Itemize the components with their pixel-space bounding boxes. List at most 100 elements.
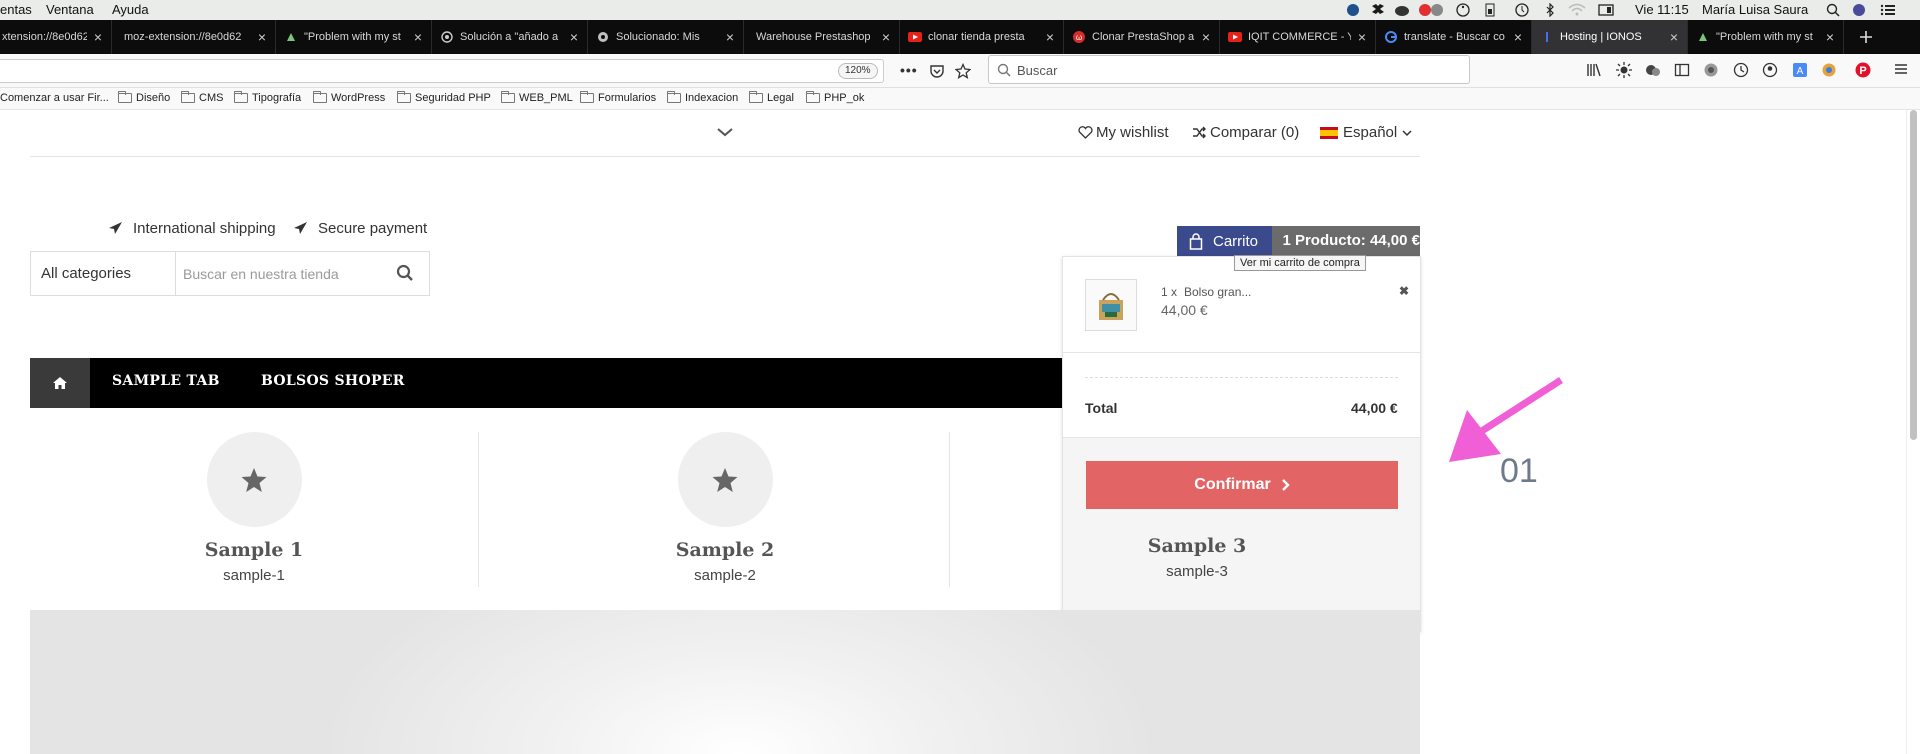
feature-payment-label: Secure payment	[318, 220, 428, 237]
pocket-icon[interactable]	[929, 63, 945, 79]
bookmark-item[interactable]: Comenzar a usar Fir...	[0, 92, 109, 104]
bookmark-folder[interactable]: Legal	[749, 91, 794, 104]
product-thumbnail[interactable]	[1085, 279, 1137, 331]
browser-tab[interactable]: moz-extension://8e0d62 ×	[112, 20, 276, 54]
close-icon[interactable]: ×	[1823, 29, 1837, 45]
notification-center-icon[interactable]	[1880, 3, 1896, 17]
sample-block[interactable]: Sample 2 sample-2	[490, 432, 960, 584]
menu-item-archivo[interactable]: entas	[0, 2, 32, 17]
close-icon[interactable]: ×	[567, 29, 581, 45]
bookmark-folder[interactable]: WordPress	[313, 91, 385, 104]
extension-sun-icon[interactable]	[1616, 62, 1632, 78]
store-search-bar: All categories Buscar en nuestra tienda	[30, 251, 430, 296]
youtube-icon	[1228, 30, 1242, 44]
bookmark-star-icon[interactable]	[955, 63, 971, 79]
home-button[interactable]	[30, 358, 90, 408]
battery-monitor-icon[interactable]	[1484, 3, 1496, 17]
cart-item-name[interactable]: Bolso gran...	[1184, 285, 1251, 299]
category-select[interactable]: All categories	[31, 252, 176, 295]
browser-tab[interactable]: "Problem with my st ×	[1688, 20, 1844, 54]
browser-tab[interactable]: Warehouse Prestashop ×	[744, 20, 900, 54]
history-clock-icon[interactable]	[1733, 62, 1749, 78]
bookmark-folder[interactable]: Diseño	[118, 91, 170, 104]
dropbox-icon[interactable]	[1370, 3, 1386, 17]
sample-block[interactable]: Sample 1 sample-1	[19, 432, 489, 584]
page-actions-icon[interactable]: •••	[900, 62, 918, 78]
close-icon[interactable]: ×	[255, 29, 269, 45]
accessibility-icon[interactable]	[1456, 3, 1470, 17]
bookmark-folder[interactable]: CMS	[181, 91, 223, 104]
clock[interactable]: Vie 11:15	[1635, 2, 1689, 17]
browser-tab[interactable]: Solucionado: Mis ×	[588, 20, 744, 54]
close-icon[interactable]: ×	[1043, 29, 1057, 45]
browser-tab[interactable]: translate - Buscar co ×	[1376, 20, 1532, 54]
time-machine-icon[interactable]	[1514, 3, 1530, 17]
siri-icon[interactable]	[1852, 3, 1866, 17]
zoom-level[interactable]: 120%	[838, 63, 878, 79]
page-scrollbar[interactable]	[1906, 110, 1920, 754]
menu-item-ayuda[interactable]: Ayuda	[112, 2, 149, 17]
browser-tab[interactable]: IQIT COMMERCE - Y ×	[1220, 20, 1376, 54]
bookmark-folder[interactable]: Indexacion	[667, 91, 738, 104]
sample-block[interactable]: Sample 3 sample-3	[962, 535, 1432, 580]
sidebar-icon[interactable]	[1674, 62, 1690, 78]
close-icon[interactable]: ×	[91, 29, 105, 45]
cart-button[interactable]: Carrito 1 Producto: 44,00 €	[1177, 226, 1420, 256]
star-icon	[711, 466, 739, 494]
browser-tab[interactable]: clonar tienda presta ×	[900, 20, 1064, 54]
browser-search-input[interactable]: Buscar	[988, 55, 1470, 84]
bookmark-folder[interactable]: Seguridad PHP	[397, 91, 491, 104]
evernote-icon[interactable]	[1345, 3, 1361, 17]
confirm-button[interactable]: Confirmar	[1086, 461, 1398, 509]
spotlight-icon[interactable]	[1826, 3, 1840, 17]
compare-link[interactable]: Comparar (0)	[1192, 124, 1299, 141]
hamburger-menu-icon[interactable]	[1894, 62, 1908, 76]
extension-cookies-icon[interactable]	[1645, 62, 1661, 78]
creative-cloud-icon[interactable]	[1394, 3, 1410, 17]
hero-banner[interactable]	[30, 610, 1420, 754]
remove-item-icon[interactable]: ✖	[1399, 284, 1409, 298]
account-icon[interactable]	[1762, 62, 1778, 78]
pinterest-icon[interactable]: P	[1855, 62, 1871, 78]
menu-item-ventana[interactable]: Ventana	[46, 2, 94, 17]
search-icon[interactable]	[396, 264, 414, 282]
divider	[478, 432, 479, 587]
feature-shipping: International shipping	[108, 220, 276, 237]
bookmark-folder[interactable]: Tipografía	[234, 91, 301, 104]
translate-icon[interactable]: A	[1792, 62, 1808, 78]
close-icon[interactable]: ×	[723, 29, 737, 45]
display-icon[interactable]	[1598, 3, 1614, 17]
browser-tab[interactable]: "Problem with my st ×	[276, 20, 432, 54]
browser-tab[interactable]: xtension://8e0d62 ×	[0, 20, 112, 54]
close-icon[interactable]: ×	[1199, 29, 1213, 45]
close-icon[interactable]: ×	[1355, 29, 1369, 45]
store-search-input[interactable]: Buscar en nuestra tienda	[183, 266, 339, 282]
user-name[interactable]: María Luisa Saura	[1702, 2, 1808, 17]
bookmark-folder[interactable]: WEB_PML	[501, 91, 573, 104]
close-icon[interactable]: ×	[1511, 29, 1525, 45]
bluetooth-icon[interactable]	[1545, 3, 1555, 17]
sample-subtitle: sample-2	[694, 567, 756, 584]
extension-globe-icon[interactable]	[1703, 62, 1719, 78]
status-dot-icon[interactable]	[1430, 3, 1444, 17]
wishlist-link[interactable]: My wishlist	[1078, 124, 1169, 141]
close-icon[interactable]: ×	[1667, 29, 1681, 45]
color-picker-icon[interactable]	[1821, 62, 1837, 78]
wifi-icon[interactable]	[1568, 3, 1586, 17]
scrollbar-thumb[interactable]	[1910, 110, 1917, 440]
close-icon[interactable]: ×	[879, 29, 893, 45]
browser-tab[interactable]: Solución a "añado a ×	[432, 20, 588, 54]
browser-tab[interactable]: ω Clonar PrestaShop a ×	[1064, 20, 1220, 54]
bookmark-folder[interactable]: PHP_ok	[806, 91, 864, 104]
menu-item-sample-tab[interactable]: SAMPLE TAB	[112, 373, 220, 389]
menu-item-bolsos-shoper[interactable]: BOLSOS SHOPER	[261, 373, 405, 389]
language-selector[interactable]: Español	[1320, 124, 1412, 141]
library-icon[interactable]	[1586, 62, 1602, 78]
new-tab-icon[interactable]	[1858, 29, 1874, 45]
url-bar[interactable]	[0, 59, 884, 83]
browser-tab-active[interactable]: Hosting | IONOS ×	[1532, 20, 1688, 54]
close-icon[interactable]: ×	[411, 29, 425, 45]
chevron-down-icon[interactable]	[716, 127, 734, 137]
sample-title: Sample 3	[1147, 535, 1247, 557]
bookmark-folder[interactable]: Formularios	[580, 91, 656, 104]
